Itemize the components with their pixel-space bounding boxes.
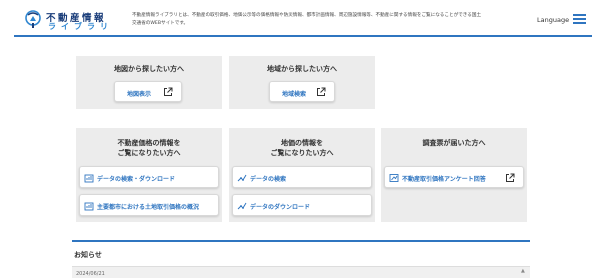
button-label: 地図表示 xyxy=(127,91,152,98)
site-header: 不動産情報 ライブラリ 不動産情報ライブラリとは、不動産の取引価格、地価公示等の… xyxy=(0,0,602,36)
land-price-search-button[interactable]: データの検索 xyxy=(232,166,372,188)
external-link-icon xyxy=(506,173,515,182)
panel-title: 地図から探したい方へ xyxy=(114,65,184,73)
chart-edit-icon xyxy=(389,174,399,182)
price-data-search-download-button[interactable]: データの検索・ダウンロード xyxy=(79,166,219,188)
panel-map-search: 地図から探したい方へ 地図表示 xyxy=(76,56,222,109)
hamburger-menu-icon[interactable] xyxy=(573,14,586,24)
panel-real-estate-price: 不動産価格の情報を ご覧になりたい方へ データの検索・ダウンロード 主要都市にお… xyxy=(76,128,222,222)
area-search-button[interactable]: 地域検索 xyxy=(269,81,335,102)
trend-line-icon xyxy=(237,202,247,210)
language-link[interactable]: Language xyxy=(537,16,569,24)
news-heading: お知らせ xyxy=(74,251,102,259)
button-label: 主要都市における土地取引価格の概況 xyxy=(97,204,200,211)
panel-title-line1: 不動産価格の情報を xyxy=(117,139,181,147)
panel-area-search: 地域から探したい方へ 地域検索 xyxy=(229,56,375,109)
menu-bar xyxy=(573,21,586,24)
map-view-button[interactable]: 地図表示 xyxy=(114,81,182,102)
logo-mark-icon xyxy=(25,10,41,28)
scroll-up-icon[interactable]: ▲ xyxy=(521,268,526,278)
panel-survey: 調査票が届いた方へ 不動産取引価格アンケート回答 xyxy=(381,128,527,222)
button-label: 不動産取引価格アンケート回答 xyxy=(402,176,486,183)
chart-document-icon xyxy=(84,174,94,183)
site-intro-text: 不動産情報ライブラリとは、不動産の取引価格、地価公示等の価格情報や防災情報、都市… xyxy=(132,13,482,26)
menu-bar xyxy=(573,14,586,16)
external-link-icon xyxy=(164,87,173,96)
chart-document-icon xyxy=(84,202,94,211)
site-logo[interactable]: 不動産情報 ライブラリ xyxy=(24,9,120,31)
menu-bar xyxy=(573,17,586,20)
header-divider xyxy=(14,35,592,37)
news-item-date: 2024/06/21 xyxy=(76,271,105,277)
news-list: 2024/06/21 ▲ xyxy=(72,266,530,278)
panel-title: 地域から探したい方へ xyxy=(267,65,337,73)
button-label: データのダウンロード xyxy=(250,204,311,211)
news-divider xyxy=(72,240,530,242)
panel-title-line2: ご覧になりたい方へ xyxy=(117,149,181,157)
land-price-download-button[interactable]: データのダウンロード xyxy=(232,194,372,216)
button-label: 地域検索 xyxy=(282,91,307,98)
major-city-price-overview-button[interactable]: 主要都市における土地取引価格の概況 xyxy=(79,194,219,216)
panel-title-line2: ご覧になりたい方へ xyxy=(270,149,334,157)
button-label: データの検索・ダウンロード xyxy=(97,176,176,183)
button-label: データの検索 xyxy=(250,176,287,183)
survey-answer-button[interactable]: 不動産取引価格アンケート回答 xyxy=(384,166,524,188)
logo-subtitle: ライブラリ xyxy=(48,22,113,31)
panel-title: 調査票が届いた方へ xyxy=(422,139,486,147)
trend-line-icon xyxy=(237,174,247,182)
panel-title-line1: 地価の情報を xyxy=(281,139,323,147)
external-link-icon xyxy=(317,87,326,96)
panel-land-price: 地価の情報を ご覧になりたい方へ データの検索 データのダウンロード xyxy=(229,128,375,222)
